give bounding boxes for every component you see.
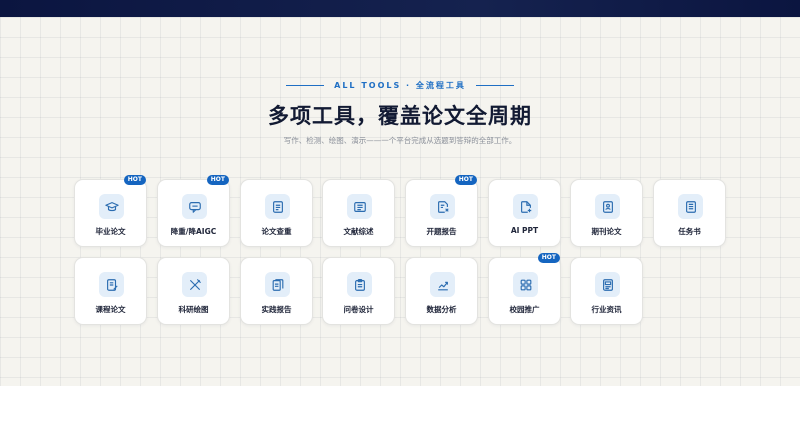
survey-icon	[347, 272, 372, 297]
course-paper-icon	[99, 272, 124, 297]
tool-card-rewrite[interactable]: HOT 降重/降AIGC	[157, 175, 230, 247]
tool-label: 校园推广	[509, 305, 540, 314]
tool-label: 降重/降AIGC	[170, 227, 217, 236]
tool-card-proposal[interactable]: HOT 开题报告	[405, 175, 478, 247]
top-nav-bar	[0, 0, 800, 17]
document-edit-icon	[430, 194, 455, 219]
tool-label: 数据分析	[426, 305, 457, 314]
report-icon	[265, 272, 290, 297]
tool-card-journal-paper[interactable]: 期刊论文	[570, 179, 643, 247]
kicker-line-right	[475, 85, 514, 86]
hot-badge: HOT	[454, 175, 477, 185]
kicker-text: ALL TOOLS · 全流程工具	[334, 81, 466, 90]
tool-label: 科研绘图	[178, 305, 209, 314]
tool-label: 论文查重	[261, 227, 292, 236]
tool-card-graduation-thesis[interactable]: HOT 毕业论文	[74, 175, 147, 247]
tool-label: 课程论文	[95, 305, 126, 314]
tool-label: 期刊论文	[591, 227, 622, 236]
tool-label: 行业资讯	[591, 305, 622, 314]
hot-badge: HOT	[206, 175, 229, 185]
hot-badge: HOT	[537, 253, 560, 263]
tool-label: 开题报告	[426, 227, 457, 236]
tool-label: 任务书	[678, 227, 701, 236]
tool-card-industry-news[interactable]: 行业资讯	[570, 257, 643, 325]
tool-card-course-paper[interactable]: 课程论文	[74, 257, 147, 325]
tool-card-ai-ppt[interactable]: AI PPT	[488, 179, 561, 247]
chat-bubble-icon	[182, 194, 207, 219]
kicker-line-left	[286, 85, 325, 86]
section-kicker: ALL TOOLS · 全流程工具	[0, 80, 800, 91]
tool-label: 实践报告	[261, 305, 292, 314]
tool-card-survey-design[interactable]: 问卷设计	[322, 257, 395, 325]
tool-card-practice-report[interactable]: 实践报告	[240, 257, 313, 325]
tool-card-task-book[interactable]: 任务书	[653, 179, 726, 247]
grid-apps-icon	[513, 272, 538, 297]
chart-icon	[430, 272, 455, 297]
tool-label: 文献综述	[343, 227, 374, 236]
list-document-icon	[347, 194, 372, 219]
hot-badge: HOT	[123, 175, 146, 185]
journal-icon	[595, 194, 620, 219]
section-title: 多项工具，覆盖论文全周期	[268, 104, 532, 128]
section-subtitle: 写作、检测、绘图、演示——一个平台完成从选题到答辩的全部工作。	[283, 136, 517, 145]
document-check-icon	[265, 194, 290, 219]
task-book-icon	[678, 194, 703, 219]
tool-card-plagiarism-check[interactable]: 论文查重	[240, 179, 313, 247]
tool-card-research-drawing[interactable]: 科研绘图	[157, 257, 230, 325]
tool-label: 毕业论文	[95, 227, 126, 236]
tool-label: AI PPT	[510, 226, 539, 235]
drawing-tools-icon	[182, 272, 207, 297]
tool-label: 问卷设计	[343, 305, 374, 314]
presentation-file-icon	[513, 194, 538, 219]
tool-card-literature-review[interactable]: 文献综述	[322, 179, 395, 247]
tool-card-campus-promotion[interactable]: HOT 校园推广	[488, 253, 561, 325]
graduation-cap-icon	[99, 194, 124, 219]
tool-card-data-analysis[interactable]: 数据分析	[405, 257, 478, 325]
news-icon	[595, 272, 620, 297]
